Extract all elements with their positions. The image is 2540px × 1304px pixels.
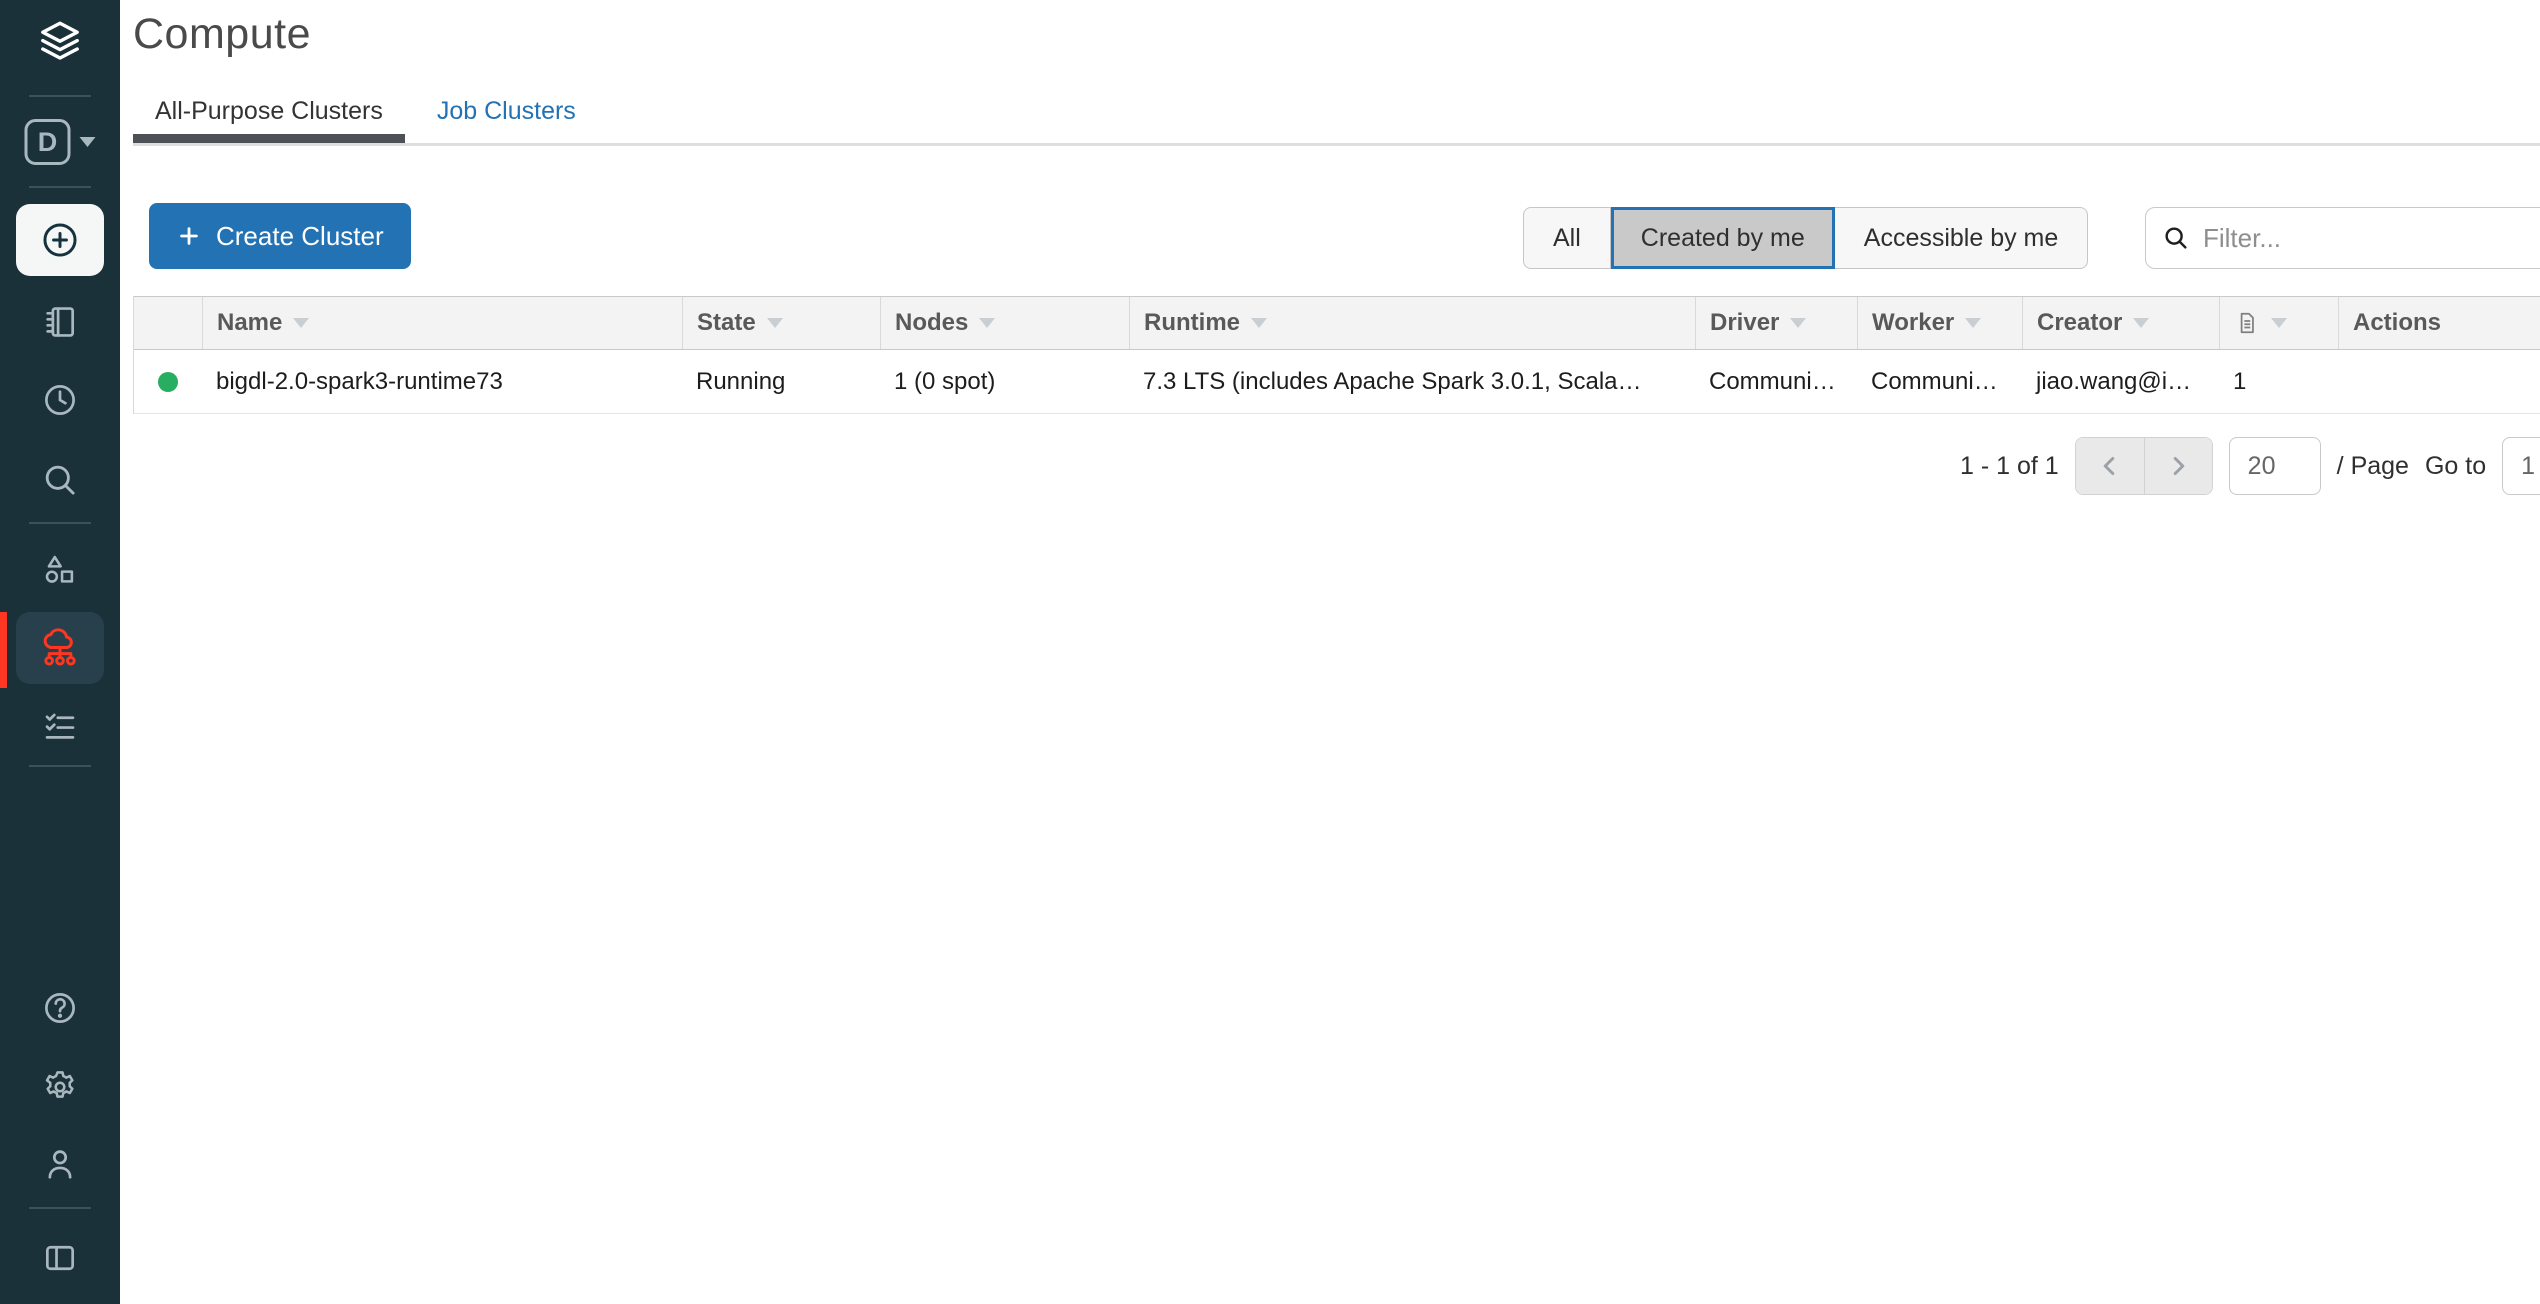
sort-caret-icon xyxy=(979,318,995,328)
column-header-status xyxy=(134,297,202,349)
sidebar-divider xyxy=(29,186,91,188)
create-cluster-label: Create Cluster xyxy=(216,221,384,252)
gear-icon xyxy=(41,1068,79,1106)
shapes-icon xyxy=(41,551,79,589)
filter-accessible-by-me-button[interactable]: Accessible by me xyxy=(1835,207,2089,269)
sidebar-item-help[interactable] xyxy=(36,984,84,1032)
cluster-state-cell: Running xyxy=(682,350,880,413)
cluster-scope-filter: All Created by me Accessible by me xyxy=(1523,207,2088,269)
column-header-driver[interactable]: Driver xyxy=(1695,297,1857,349)
main-content: Compute All-Purpose Clusters Job Cluster… xyxy=(120,0,2540,1304)
tab-bar: All-Purpose Clusters Job Clusters xyxy=(133,97,2540,146)
page-size-input[interactable] xyxy=(2229,437,2321,495)
notebook-icon xyxy=(41,303,79,341)
chevron-left-icon xyxy=(2095,451,2125,481)
sidebar-divider xyxy=(29,1207,91,1209)
sort-caret-icon xyxy=(767,318,783,328)
collapse-sidebar-button[interactable] xyxy=(36,1234,84,1282)
sidebar-divider xyxy=(29,95,91,97)
column-header-state[interactable]: State xyxy=(682,297,880,349)
prev-page-button[interactable] xyxy=(2076,438,2144,494)
page-title: Compute xyxy=(133,10,311,59)
column-header-nodes[interactable]: Nodes xyxy=(880,297,1129,349)
sidebar: D xyxy=(0,0,120,1304)
running-status-icon xyxy=(158,372,178,392)
tab-job-clusters[interactable]: Job Clusters xyxy=(415,97,598,143)
clock-icon xyxy=(41,381,79,419)
pagination-bar: 1 - 1 of 1 / Page Go to xyxy=(1960,437,2540,495)
help-icon xyxy=(41,989,79,1027)
cluster-status-cell xyxy=(134,350,202,413)
sidebar-item-settings[interactable] xyxy=(36,1063,84,1111)
active-nav-indicator xyxy=(0,612,7,688)
pagination-range: 1 - 1 of 1 xyxy=(1960,452,2059,481)
filter-input[interactable] xyxy=(2203,223,2540,254)
pagination-buttons xyxy=(2075,437,2213,495)
sidebar-item-create[interactable] xyxy=(16,204,104,276)
workspace-badge: D xyxy=(25,119,71,165)
next-page-button[interactable] xyxy=(2144,438,2212,494)
sidebar-item-workspace[interactable] xyxy=(36,298,84,346)
filter-created-by-me-button[interactable]: Created by me xyxy=(1611,207,1835,269)
go-to-label: Go to xyxy=(2425,452,2486,481)
filter-input-wrapper xyxy=(2145,207,2540,269)
tab-all-purpose-clusters[interactable]: All-Purpose Clusters xyxy=(133,97,405,143)
search-icon xyxy=(41,461,79,499)
checklist-icon xyxy=(41,707,79,745)
cluster-runtime-cell: 7.3 LTS (includes Apache Spark 3.0.1, Sc… xyxy=(1129,350,1695,413)
databricks-logo[interactable] xyxy=(36,18,84,66)
workspace-switcher[interactable]: D xyxy=(25,119,96,165)
chevron-right-icon xyxy=(2163,451,2193,481)
sort-caret-icon xyxy=(2133,318,2149,328)
person-icon xyxy=(41,1145,79,1183)
column-header-runtime[interactable]: Runtime xyxy=(1129,297,1695,349)
sort-caret-icon xyxy=(2271,318,2287,328)
sidebar-item-recents[interactable] xyxy=(36,376,84,424)
plus-circle-icon xyxy=(39,219,81,261)
chevron-down-icon xyxy=(80,137,96,147)
column-header-worker[interactable]: Worker xyxy=(1857,297,2022,349)
cluster-worker-cell: Communi… xyxy=(1857,350,2022,413)
sidebar-divider xyxy=(29,522,91,524)
column-header-actions: Actions xyxy=(2338,297,2540,349)
clusters-table: Name State Nodes Runtime Driver xyxy=(133,296,2540,414)
cluster-nodes-cell: 1 (0 spot) xyxy=(880,350,1129,413)
plus-icon xyxy=(176,223,202,249)
app-root: D xyxy=(0,0,2540,1304)
create-cluster-button[interactable]: Create Cluster xyxy=(149,203,411,269)
sidebar-item-jobs[interactable] xyxy=(36,702,84,750)
sort-caret-icon xyxy=(1965,318,1981,328)
per-page-label: / Page xyxy=(2337,452,2409,481)
sidebar-item-compute[interactable] xyxy=(16,612,104,684)
sort-caret-icon xyxy=(1251,318,1267,328)
sidebar-item-search[interactable] xyxy=(36,456,84,504)
table-header-row: Name State Nodes Runtime Driver xyxy=(134,296,2540,350)
cluster-driver-cell: Communi… xyxy=(1695,350,1857,413)
column-header-name[interactable]: Name xyxy=(202,297,682,349)
table-row[interactable]: bigdl-2.0-spark3-runtime73 Running 1 (0 … xyxy=(134,350,2540,414)
cluster-cloud-icon xyxy=(39,627,81,669)
sidebar-item-data-models[interactable] xyxy=(36,546,84,594)
cluster-notebooks-cell: 1 xyxy=(2219,350,2338,413)
cluster-name-cell[interactable]: bigdl-2.0-spark3-runtime73 xyxy=(202,350,682,413)
go-to-page-input[interactable] xyxy=(2502,437,2540,495)
cluster-creator-cell: jiao.wang@i… xyxy=(2022,350,2219,413)
sidebar-item-account[interactable] xyxy=(36,1140,84,1188)
cluster-actions-cell xyxy=(2338,350,2540,413)
column-header-notebooks[interactable] xyxy=(2219,297,2338,349)
filter-all-button[interactable]: All xyxy=(1523,207,1611,269)
panel-icon xyxy=(41,1239,79,1277)
sidebar-divider xyxy=(29,765,91,767)
stacked-layers-icon xyxy=(36,16,84,68)
sort-caret-icon xyxy=(293,318,309,328)
document-icon xyxy=(2234,310,2260,336)
search-icon xyxy=(2162,224,2190,252)
sort-caret-icon xyxy=(1790,318,1806,328)
column-header-creator[interactable]: Creator xyxy=(2022,297,2219,349)
